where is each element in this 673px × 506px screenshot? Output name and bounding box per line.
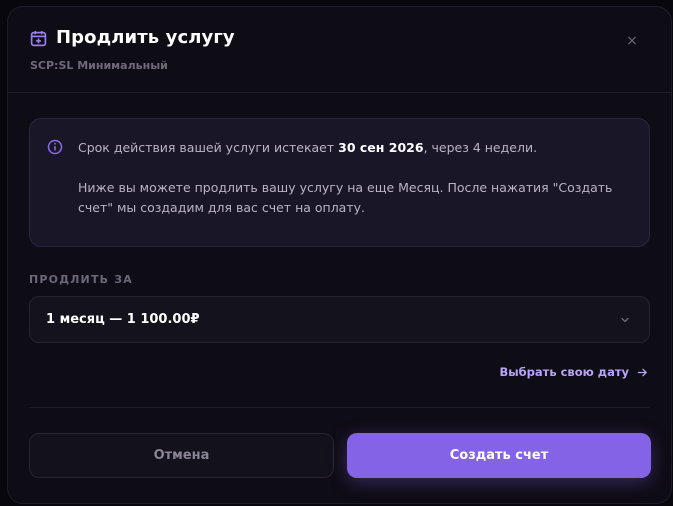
extend-period-select[interactable]: 1 месяц — 1 100.00₽ bbox=[29, 296, 650, 343]
dialog-title: Продлить услугу bbox=[56, 27, 235, 48]
info-icon bbox=[47, 139, 63, 155]
service-name: SCP:SL Минимальный bbox=[30, 59, 168, 72]
choose-custom-date-link[interactable]: Выбрать свою дату bbox=[499, 364, 648, 380]
close-icon[interactable]: × bbox=[625, 34, 639, 48]
extend-explanation: Ниже вы можете продлить вашу услугу на е… bbox=[78, 180, 613, 215]
arrow-right-icon bbox=[637, 368, 647, 376]
expiry-info-panel: Срок действия вашей услуги истекает 30 с… bbox=[29, 118, 650, 247]
chevron-down-icon bbox=[621, 317, 629, 323]
cancel-button[interactable]: Отмена bbox=[29, 433, 334, 478]
extend-service-dialog: Продлить услугу SCP:SL Минимальный × Сро… bbox=[7, 6, 672, 504]
extend-period-label: ПРОДЛИТЬ ЗА bbox=[29, 273, 134, 286]
expiry-line: Срок действия вашей услуги истекает 30 с… bbox=[78, 138, 638, 158]
info-text: Срок действия вашей услуги истекает 30 с… bbox=[78, 138, 638, 218]
create-invoice-button[interactable]: Создать счет bbox=[347, 433, 651, 478]
expiry-date: 30 сен 2026 bbox=[338, 140, 424, 155]
selected-period: 1 месяц — 1 100.00₽ bbox=[46, 312, 200, 327]
footer-divider bbox=[29, 407, 650, 408]
expiry-prefix: Срок действия вашей услуги истекает bbox=[78, 140, 339, 155]
dialog-header: Продлить услугу SCP:SL Минимальный × bbox=[8, 7, 671, 93]
expiry-suffix: , через 4 недели. bbox=[423, 140, 538, 155]
calendar-plus-icon bbox=[30, 31, 47, 47]
custom-date-label: Выбрать свою дату bbox=[499, 365, 629, 379]
